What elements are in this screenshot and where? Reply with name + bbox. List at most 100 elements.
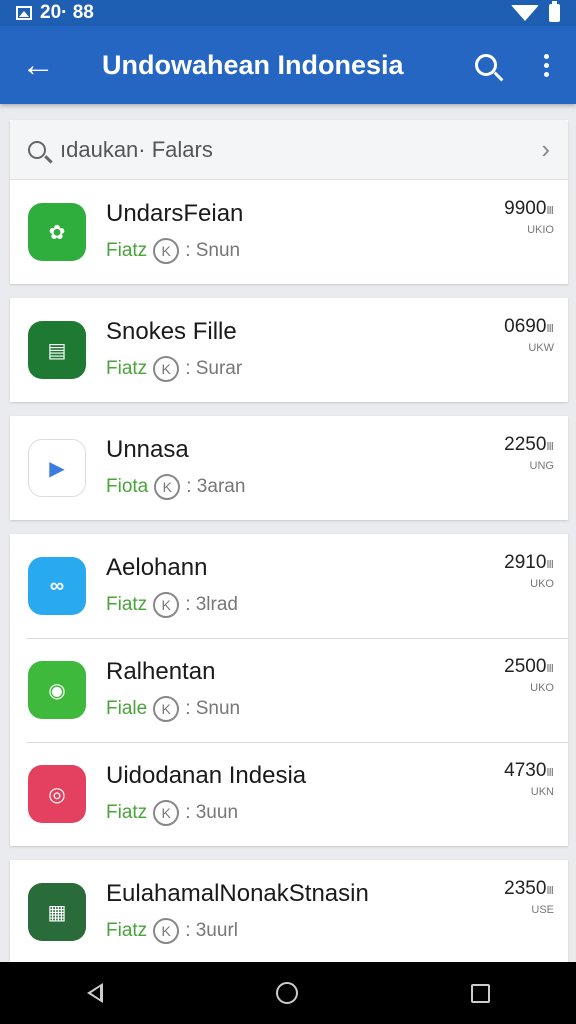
status-bar: 20· 88 <box>0 0 576 26</box>
item-value: 2910Ⅲ UKO <box>504 552 554 592</box>
search-bar[interactable]: ıdaukan· Falars › <box>10 120 568 180</box>
list-item[interactable]: ▶ Unnasa Fiota K: 3aran 2250Ⅲ UNG <box>10 416 568 520</box>
item-number: 2350 <box>504 878 547 899</box>
clipboard-icon: ▤ <box>28 321 86 379</box>
item-tag: Fiatz <box>106 358 148 379</box>
item-number: 2500 <box>504 656 547 677</box>
item-unit-top: Ⅲ <box>546 885 554 897</box>
item-tag: Fiatz <box>106 594 148 615</box>
item-name: EulahamalNonakStnasin <box>106 880 369 907</box>
item-tag: Fiatz <box>106 802 148 823</box>
item-meta: : Snun <box>185 698 241 719</box>
item-text: Uidodanan Indesia Fiatz K: 3uun <box>106 762 568 826</box>
search-icon <box>475 54 497 76</box>
chevron-right-icon: › <box>541 134 550 164</box>
card: ▦ EulahamalNonakStnasin Fiatz K: 3uurl 2350Ⅲ… <box>10 860 568 964</box>
card: ▤ Snokes Fille Fiatz K: Surar 0690Ⅲ UKW <box>10 298 568 402</box>
loop-icon: ∞ <box>28 557 86 615</box>
item-tag: Fiatz <box>106 920 148 941</box>
item-value: 0690Ⅲ UKW <box>504 316 554 356</box>
item-unit-bottom: UKW <box>528 342 554 354</box>
image-notification-icon <box>16 6 32 20</box>
item-text: Unnasa Fiota K: 3aran <box>106 436 568 500</box>
item-name: UndarsFeian <box>106 200 244 227</box>
nav-recents-icon[interactable] <box>470 983 490 1003</box>
search-button[interactable] <box>456 26 516 104</box>
status-time: 20· 88 <box>40 2 94 23</box>
leaf-icon: ✿ <box>28 203 86 261</box>
list-item[interactable]: ▤ Snokes Fille Fiatz K: Surar 0690Ⅲ UKW <box>10 298 568 402</box>
item-unit-bottom: USE <box>531 904 554 916</box>
item-unit-bottom: UKO <box>530 682 554 694</box>
item-meta: : 3lrad <box>185 594 238 615</box>
circled-k-icon: K <box>153 918 180 944</box>
nav-back-icon[interactable] <box>86 983 103 1003</box>
list-item[interactable]: ✿ UndarsFeian Fiatz K: Snun 9900Ⅲ UKIO <box>10 180 568 284</box>
item-number: 9900 <box>504 198 547 219</box>
wifi-icon <box>511 5 539 21</box>
item-text: UndarsFeian Fiatz K: Snun <box>106 200 568 264</box>
list-item[interactable]: ◎ Uidodanan Indesia Fiatz K: 3uun 4730Ⅲ UKN <box>10 742 568 846</box>
item-unit-top: Ⅲ <box>546 323 554 335</box>
item-subtitle: Fiatz K: Snun <box>106 238 568 264</box>
item-subtitle: Fiota K: 3aran <box>106 474 568 500</box>
circled-k-icon: K <box>153 356 180 382</box>
item-subtitle: Fiale K: Snun <box>106 696 568 722</box>
list-item[interactable]: ▦ EulahamalNonakStnasin Fiatz K: 3uurl 2350Ⅲ… <box>10 860 568 964</box>
card: ▶ Unnasa Fiota K: 3aran 2250Ⅲ UNG <box>10 416 568 520</box>
back-arrow-icon[interactable]: ← <box>0 26 76 104</box>
item-text: Ralhentan Fiale K: Snun <box>106 658 568 722</box>
item-unit-bottom: UKN <box>530 786 554 798</box>
circled-k-icon: K <box>153 800 180 826</box>
item-name: Aelohann <box>106 554 208 581</box>
page-title: Undowahean Indonesia <box>102 49 404 80</box>
circled-k-icon: K <box>153 592 180 618</box>
search-text: ıdaukan· Falars <box>60 136 213 162</box>
item-number: 2910 <box>504 552 547 573</box>
item-tag: Fiota <box>106 476 149 497</box>
item-tag: Fiale <box>106 698 148 719</box>
item-number: 0690 <box>504 316 547 337</box>
item-text: Snokes Fille Fiatz K: Surar <box>106 318 568 382</box>
item-unit-top: Ⅲ <box>546 205 554 217</box>
app-bar: ← Undowahean Indonesia <box>0 26 576 104</box>
item-meta: : Surar <box>185 358 243 379</box>
item-value: 2500Ⅲ UKO <box>504 656 554 696</box>
list-item[interactable]: ◉ Ralhentan Fiale K: Snun 2500Ⅲ UKO <box>10 638 568 742</box>
more-vert-icon <box>543 53 549 77</box>
item-text: Aelohann Fiatz K: 3lrad <box>106 554 568 618</box>
item-unit-top: Ⅲ <box>546 767 554 779</box>
nav-home-icon[interactable] <box>275 982 298 1004</box>
circled-k-icon: K <box>154 474 181 500</box>
item-unit-top: Ⅲ <box>546 441 554 453</box>
item-subtitle: Fiatz K: Surar <box>106 356 568 382</box>
search-icon <box>28 140 46 159</box>
item-subtitle: Fiatz K: 3lrad <box>106 592 568 618</box>
item-unit-bottom: UKIO <box>527 224 554 236</box>
item-name: Unnasa <box>106 436 189 463</box>
list-item[interactable]: ∞ Aelohann Fiatz K: 3lrad 2910Ⅲ UKO <box>10 534 568 638</box>
item-name: Uidodanan Indesia <box>106 762 307 789</box>
item-value: 9900Ⅲ UKIO <box>504 198 554 238</box>
item-meta: : 3uurl <box>185 920 238 941</box>
chat-icon: ◉ <box>28 661 86 719</box>
item-unit-bottom: UKO <box>530 578 554 590</box>
item-meta: : 3aran <box>186 476 246 497</box>
navigation-bar <box>0 962 576 1024</box>
badge-icon: ▦ <box>28 883 86 941</box>
item-unit-top: Ⅲ <box>546 559 554 571</box>
search-card: ıdaukan· Falars › ✿ UndarsFeian Fiatz K: Sn… <box>10 120 568 284</box>
item-meta: : Snun <box>185 240 241 261</box>
content-list: ıdaukan· Falars › ✿ UndarsFeian Fiatz K: Sn… <box>10 120 568 964</box>
item-value: 4730Ⅲ UKN <box>504 760 554 800</box>
card: ∞ Aelohann Fiatz K: 3lrad 2910Ⅲ UKO ◉ Ralhenta… <box>10 534 568 846</box>
item-value: 2350Ⅲ USE <box>504 878 554 918</box>
item-text: EulahamalNonakStnasin Fiatz K: 3uurl <box>106 880 568 944</box>
overflow-menu-button[interactable] <box>516 26 576 104</box>
item-number: 2250 <box>504 434 547 455</box>
item-unit-top: Ⅲ <box>546 663 554 675</box>
circled-k-icon: K <box>153 696 180 722</box>
item-tag: Fiatz <box>106 240 148 261</box>
circled-k-icon: K <box>153 238 180 264</box>
battery-icon <box>549 1 560 22</box>
